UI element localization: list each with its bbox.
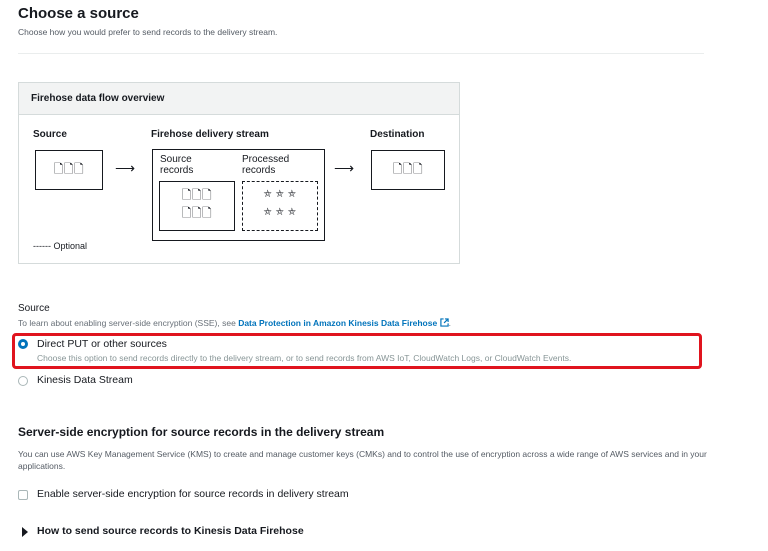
source-box: 🗋🗋🗋 xyxy=(35,150,103,190)
processed-records-label: Processed records xyxy=(242,154,290,176)
kinesis-stream-label[interactable]: Kinesis Data Stream xyxy=(37,374,133,386)
encryption-description: You can use AWS Key Management Service (… xyxy=(18,449,707,471)
direct-put-description: Choose this option to send records direc… xyxy=(37,353,572,363)
arrow-right-icon: ⟶ xyxy=(334,160,355,176)
document-icons: 🗋🗋🗋 xyxy=(392,162,424,176)
page-title: Choose a source xyxy=(18,5,139,22)
diagram-stream-label: Firehose delivery stream xyxy=(151,129,269,140)
encryption-heading: Server-side encryption for source record… xyxy=(18,425,385,439)
kinesis-stream-radio[interactable] xyxy=(18,376,28,386)
destination-box: 🗋🗋🗋 xyxy=(371,150,445,190)
diagram-destination-label: Destination xyxy=(370,129,425,140)
how-to-send-expander[interactable]: How to send source records to Kinesis Da… xyxy=(37,525,304,537)
diagram-source-label: Source xyxy=(33,129,67,140)
direct-put-radio[interactable] xyxy=(18,339,28,349)
data-flow-panel: Firehose data flow overview Source 🗋🗋🗋 ⟶… xyxy=(18,82,460,264)
arrow-right-icon: ⟶ xyxy=(115,160,136,176)
source-section-label: Source xyxy=(18,303,50,314)
encryption-checkbox-label[interactable]: Enable server-side encryption for source… xyxy=(37,488,349,500)
source-records-box: 🗋🗋🗋 🗋🗋🗋 xyxy=(159,181,235,231)
optional-legend: ------ Optional xyxy=(33,241,88,251)
document-icons: 🗋🗋🗋 🗋🗋🗋 xyxy=(181,188,213,220)
source-records-label: Source records xyxy=(160,154,194,176)
star-document-icons: ⛤ ⛤ ⛤ ⛤ ⛤ ⛤ xyxy=(263,189,297,218)
encryption-checkbox[interactable] xyxy=(18,490,28,500)
panel-header: Firehose data flow overview xyxy=(19,83,459,115)
page-subtitle: Choose how you would prefer to send reco… xyxy=(18,27,278,37)
document-icons: 🗋🗋🗋 xyxy=(53,162,85,176)
divider xyxy=(18,53,704,54)
source-section-description: To learn about enabling server-side encr… xyxy=(18,318,451,328)
panel-title: Firehose data flow overview xyxy=(31,93,165,104)
caret-right-icon[interactable] xyxy=(22,527,28,537)
processed-records-box: ⛤ ⛤ ⛤ ⛤ ⛤ ⛤ xyxy=(242,181,318,231)
direct-put-label[interactable]: Direct PUT or other sources xyxy=(37,338,167,350)
data-protection-link[interactable]: Data Protection in Amazon Kinesis Data F… xyxy=(238,318,437,328)
external-link-icon[interactable] xyxy=(439,318,449,327)
stream-box: Source records Processed records 🗋🗋🗋 🗋🗋🗋 … xyxy=(152,149,325,241)
